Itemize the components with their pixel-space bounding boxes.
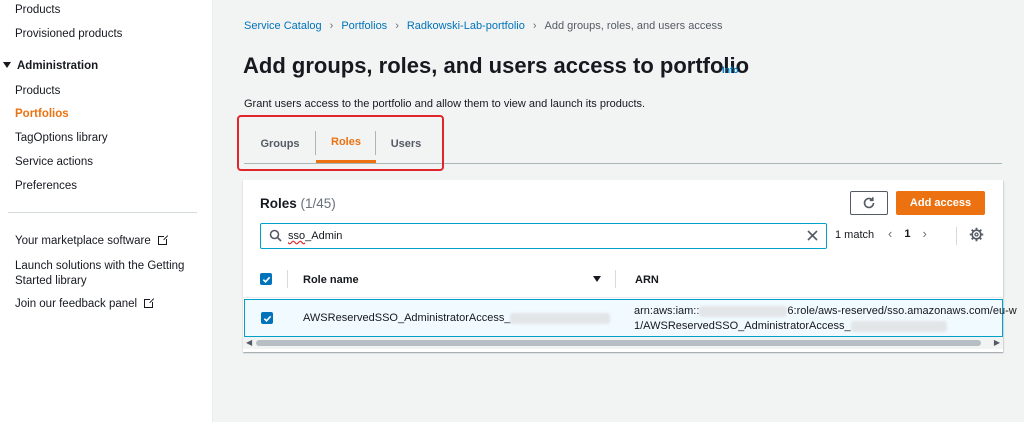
redacted-block (699, 305, 788, 317)
refresh-icon (863, 197, 875, 209)
sidebar-section-label: Administration (17, 60, 99, 72)
select-all-checkbox[interactable] (260, 273, 272, 285)
pagination: ‹ 1 › (888, 226, 927, 241)
column-header-role-name[interactable]: Role name (303, 274, 359, 286)
panel-title-text: Roles (260, 196, 297, 211)
sort-descending-icon[interactable] (593, 276, 601, 282)
sidebar-item-service-actions[interactable]: Service actions (15, 156, 93, 168)
page-number[interactable]: 1 (904, 228, 910, 240)
sidebar-link-getting-started-library[interactable]: Launch solutions with the Getting Starte… (15, 259, 184, 289)
chevron-left-icon[interactable]: ‹ (888, 226, 892, 241)
row-checkbox[interactable] (261, 312, 273, 324)
sidebar: Products Provisioned products Administra… (0, 0, 213, 422)
gear-icon[interactable] (969, 227, 984, 242)
sidebar-item-provisioned-products[interactable]: Provisioned products (15, 28, 122, 40)
clear-icon[interactable] (807, 230, 818, 241)
table-row[interactable]: AWSReservedSSO_AdministratorAccess_ arn:… (244, 299, 1017, 337)
chevron-right-icon: › (532, 20, 537, 32)
chevron-right-icon: › (395, 20, 399, 32)
add-access-button[interactable]: Add access (896, 191, 985, 215)
match-count: 1 match (835, 229, 875, 241)
sidebar-item-tagoptions-library[interactable]: TagOptions library (15, 132, 108, 144)
search-icon (269, 229, 282, 242)
redacted-block (850, 320, 947, 332)
column-divider (287, 270, 288, 288)
page-description: Grant users access to the portfolio and … (244, 98, 646, 110)
sidebar-link-label: Your marketplace software (15, 235, 151, 247)
sidebar-section-administration[interactable]: Administration (0, 60, 98, 72)
search-value-suffix: _Admin (305, 230, 343, 242)
check-icon (262, 276, 270, 283)
arn-cell: arn:aws:iam:: 6:role/aws-reserved/sso.ama… (634, 304, 1017, 334)
breadcrumb-portfolios[interactable]: Portfolios (341, 20, 387, 32)
sidebar-item-products[interactable]: Products (15, 4, 60, 16)
table-header: Role name ARN (243, 260, 1003, 298)
annotation-highlight-box (237, 115, 444, 171)
sidebar-link-label-line1: Launch solutions with the Getting (15, 260, 185, 272)
panel-title: Roles (1/45) (260, 196, 336, 211)
scrollbar-thumb[interactable] (256, 340, 981, 346)
sidebar-divider (8, 212, 197, 213)
search-value: sso_Admin (288, 230, 342, 242)
sidebar-link-feedback-panel[interactable]: Join our feedback panel (15, 297, 156, 310)
search-value-prefix: sso (288, 230, 306, 242)
sidebar-item-admin-products[interactable]: Products (15, 85, 60, 97)
arn-line2: 1/AWSReservedSSO_AdministratorAccess_ (634, 320, 851, 332)
chevron-right-icon: › (329, 20, 334, 32)
check-icon (263, 315, 271, 322)
chevron-right-icon[interactable]: › (922, 226, 926, 241)
horizontal-scrollbar[interactable]: ◀ ▶ (243, 337, 1003, 349)
breadcrumb-service-catalog[interactable]: Service Catalog (244, 20, 322, 32)
sidebar-link-label: Join our feedback panel (15, 298, 138, 310)
search-input[interactable]: sso_Admin (260, 223, 827, 249)
sidebar-item-preferences[interactable]: Preferences (15, 180, 77, 192)
arn-suffix: 6:role/aws-reserved/sso.amazonaws.com/eu… (787, 305, 1017, 317)
refresh-button[interactable] (850, 191, 888, 215)
role-name-cell: AWSReservedSSO_AdministratorAccess_ (303, 312, 611, 324)
redacted-block (510, 312, 611, 324)
caret-down-icon (3, 62, 11, 69)
role-name-text: AWSReservedSSO_AdministratorAccess_ (303, 312, 511, 324)
info-link[interactable]: Info (722, 65, 739, 75)
external-link-icon (157, 234, 169, 245)
breadcrumb: Service Catalog › Portfolios › Radkowski… (244, 20, 722, 32)
sidebar-item-portfolios[interactable]: Portfolios (15, 108, 69, 120)
arn-prefix: arn:aws:iam:: (634, 305, 700, 317)
pager-divider (956, 227, 957, 245)
breadcrumb-current: Add groups, roles, and users access (544, 20, 723, 32)
sidebar-link-label-line2: Started library (15, 275, 87, 287)
page-title: Add groups, roles, and users access to p… (243, 53, 750, 78)
scroll-right-icon[interactable]: ▶ (994, 337, 1000, 349)
scroll-left-icon[interactable]: ◀ (246, 337, 252, 349)
breadcrumb-portfolio-name[interactable]: Radkowski-Lab-portfolio (407, 20, 525, 32)
panel-count: (1/45) (300, 196, 336, 211)
column-divider (615, 270, 616, 288)
column-header-arn[interactable]: ARN (635, 274, 659, 286)
external-link-icon (144, 297, 156, 308)
roles-panel: Roles (1/45) Add access sso_Admin 1 matc… (243, 180, 1017, 352)
sidebar-link-marketplace-software[interactable]: Your marketplace software (15, 234, 169, 247)
